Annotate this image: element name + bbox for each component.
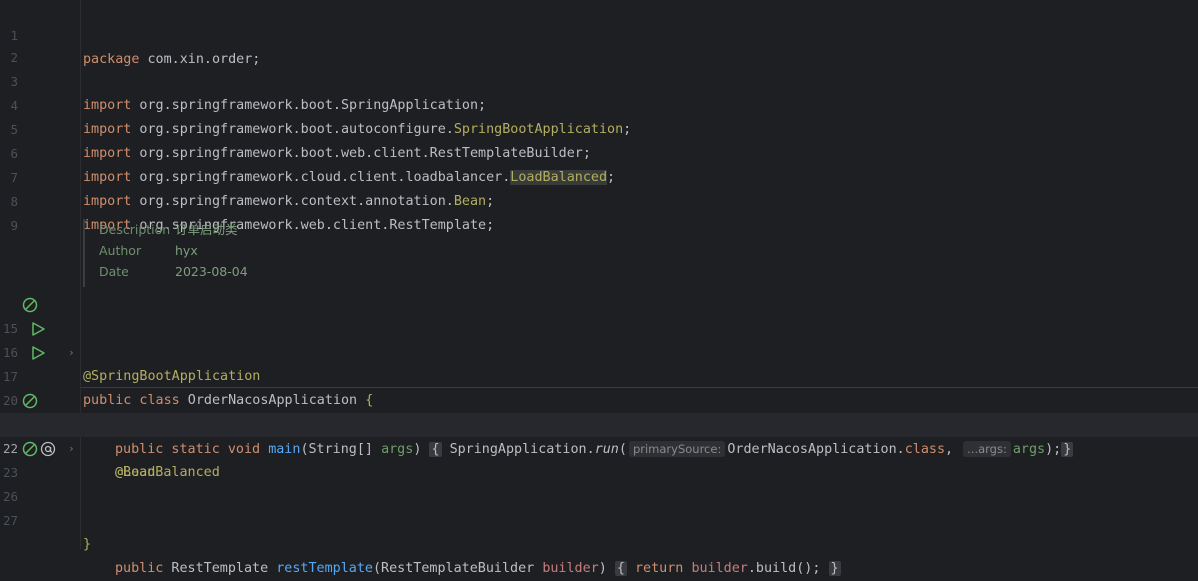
line-number: 9 <box>10 218 18 233</box>
fold-chevron-icon[interactable]: › <box>68 437 75 461</box>
code-line-20[interactable]: 20 <box>0 365 1198 408</box>
doc-date-row: Date 2023-08-04 <box>99 264 248 279</box>
code-line-15[interactable]: 15 @SpringBootApplication <box>0 293 1198 384</box>
code-line-16[interactable]: 16 public class OrderNacosApplication { <box>0 317 1198 408</box>
spring-bean-icon[interactable] <box>22 393 38 409</box>
code-line-17[interactable]: 17 › public static void main(String[] ar… <box>0 341 1198 457</box>
code-line-22[interactable]: 22 @LoadBalanced <box>0 413 1198 480</box>
code-line-5[interactable]: 5 import org.springframework.boot.web.cl… <box>0 94 1198 161</box>
code-line-21[interactable]: 21 @Bean <box>0 389 1198 480</box>
run-icon[interactable] <box>30 345 46 361</box>
at-icon[interactable] <box>40 441 56 457</box>
line-number: 27 <box>2 513 18 528</box>
code-line-27[interactable]: 27 } <box>0 485 1198 552</box>
code-line-2[interactable]: 2 <box>0 22 1198 65</box>
code-text: } <box>83 537 92 552</box>
code-line-9[interactable]: 9 <box>0 190 1198 233</box>
spring-bean-icon[interactable] <box>22 297 38 313</box>
spring-bean-icon[interactable] <box>22 441 38 457</box>
code-line-26[interactable]: 26 <box>0 461 1198 504</box>
code-text: public RestTemplate restTemplate(RestTem… <box>115 561 841 576</box>
code-line-8[interactable]: 8 import org.springframework.web.client.… <box>0 166 1198 233</box>
code-line-4[interactable]: 4 import org.springframework.boot.autoco… <box>0 70 1198 137</box>
code-line-1[interactable]: 1 package com.xin.order; <box>0 0 1198 67</box>
run-icon[interactable] <box>30 321 46 337</box>
code-line-3[interactable]: 3 import org.springframework.boot.Spring… <box>0 46 1198 113</box>
code-line-6[interactable]: 6 import org.springframework.cloud.clien… <box>0 118 1198 185</box>
code-line-23[interactable]: 23 › public RestTemplate restTemplate(Re… <box>0 437 1198 576</box>
doc-author-row: Author hyx <box>99 243 198 258</box>
fold-chevron-icon[interactable]: › <box>68 341 75 365</box>
doc-description-row: Description 订单启动类 <box>99 222 238 237</box>
code-line-7[interactable]: 7 import org.springframework.context.ann… <box>0 142 1198 209</box>
rendered-javadoc[interactable]: Description 订单启动类 Author hyx Date 2023-08-0… <box>83 219 248 287</box>
